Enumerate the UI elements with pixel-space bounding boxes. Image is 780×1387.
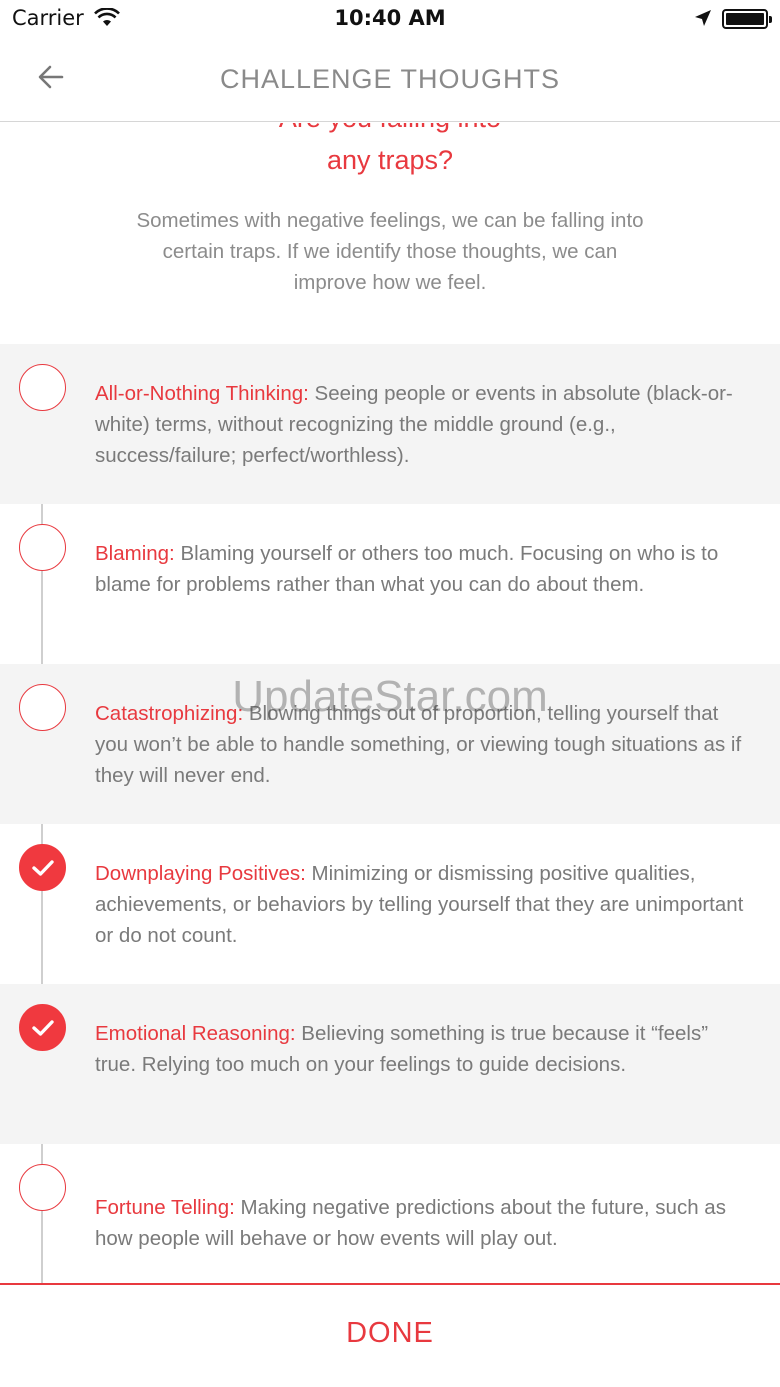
- heading-line-2: any traps?: [326, 145, 454, 175]
- heading-line-1: Are you falling into: [0, 123, 780, 139]
- footer-bar: DONE: [0, 1283, 780, 1387]
- status-bar: Carrier 10:40 AM: [0, 0, 780, 40]
- intro-text: Sometimes with negative feelings, we can…: [136, 209, 644, 294]
- trap-term: Catastrophizing:: [95, 702, 244, 725]
- done-button[interactable]: DONE: [0, 1317, 780, 1350]
- location-arrow-icon: [695, 10, 711, 26]
- checkbox-circle-checked[interactable]: [19, 1004, 66, 1051]
- trap-text: Emotional Reasoning: Believing something…: [95, 1018, 745, 1080]
- checkmark-icon: [32, 860, 54, 876]
- trap-item-blaming[interactable]: Blaming: Blaming yourself or others too …: [0, 504, 780, 664]
- trap-description: Blaming yourself or others too much. Foc…: [95, 542, 719, 596]
- trap-term: Fortune Telling:: [95, 1196, 235, 1219]
- trap-text: Fortune Telling: Making negative predict…: [95, 1192, 745, 1254]
- section-heading: Are you falling into any traps?: [0, 123, 780, 181]
- trap-item-catastrophizing[interactable]: Catastrophizing: Blowing things out of p…: [0, 664, 780, 824]
- checkbox-circle[interactable]: [19, 684, 66, 731]
- trap-text: All-or-Nothing Thinking: Seeing people o…: [95, 378, 745, 471]
- trap-item-emotional-reasoning[interactable]: Emotional Reasoning: Believing something…: [0, 984, 780, 1144]
- clock: 10:40 AM: [334, 6, 446, 30]
- trap-item-downplaying-positives[interactable]: Downplaying Positives: Minimizing or dis…: [0, 824, 780, 984]
- checkmark-icon: [32, 1020, 54, 1036]
- checkbox-circle[interactable]: [19, 524, 66, 571]
- trap-item-all-or-nothing[interactable]: All-or-Nothing Thinking: Seeing people o…: [0, 344, 780, 504]
- navigation-bar: CHALLENGE THOUGHTS: [0, 40, 780, 122]
- trap-list: All-or-Nothing Thinking: Seeing people o…: [0, 344, 780, 1283]
- trap-item-fortune-telling[interactable]: Fortune Telling: Making negative predict…: [0, 1144, 780, 1282]
- trap-text: Downplaying Positives: Minimizing or dis…: [95, 858, 745, 951]
- scroll-content[interactable]: Are you falling into any traps? Sometime…: [0, 123, 780, 1283]
- page-title: CHALLENGE THOUGHTS: [219, 64, 561, 94]
- checkbox-circle-checked[interactable]: [19, 844, 66, 891]
- trap-term: Emotional Reasoning:: [95, 1022, 296, 1045]
- trap-term: Downplaying Positives:: [95, 862, 306, 885]
- trap-text: Blaming: Blaming yourself or others too …: [95, 538, 745, 600]
- battery-icon: [722, 9, 772, 29]
- checkbox-circle[interactable]: [19, 364, 66, 411]
- trap-term: All-or-Nothing Thinking:: [95, 382, 309, 405]
- checkbox-circle[interactable]: [19, 1164, 66, 1211]
- trap-term: Blaming:: [95, 542, 175, 565]
- trap-text: Catastrophizing: Blowing things out of p…: [95, 698, 745, 791]
